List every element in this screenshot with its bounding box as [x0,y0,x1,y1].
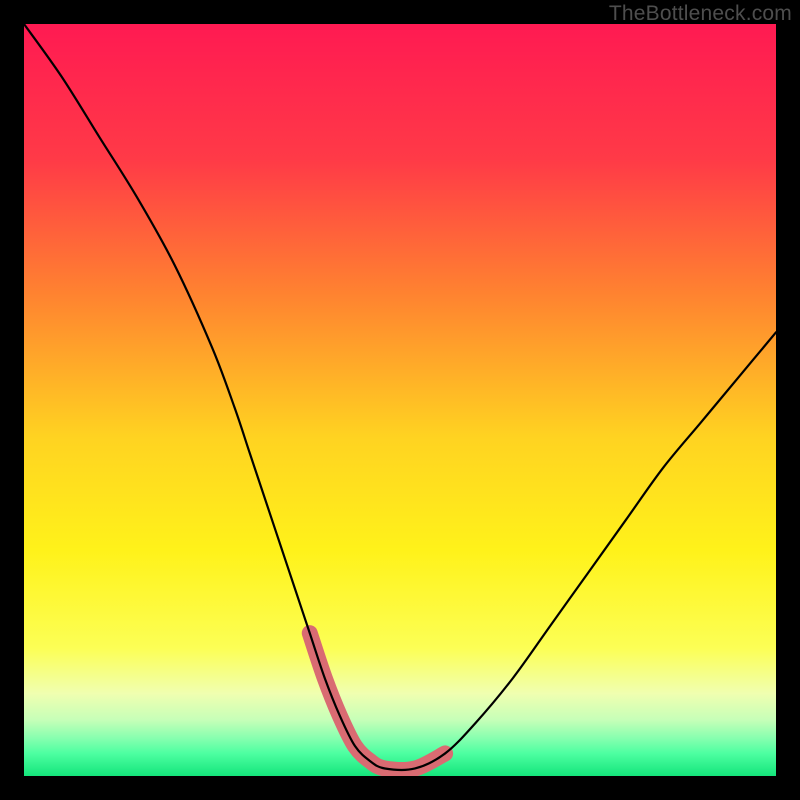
watermark-text: TheBottleneck.com [609,2,792,26]
curve-layer [24,24,776,776]
highlight-segment [310,633,445,770]
plot-area [24,24,776,776]
bottleneck-curve [24,24,776,770]
outer-frame: TheBottleneck.com [0,0,800,800]
